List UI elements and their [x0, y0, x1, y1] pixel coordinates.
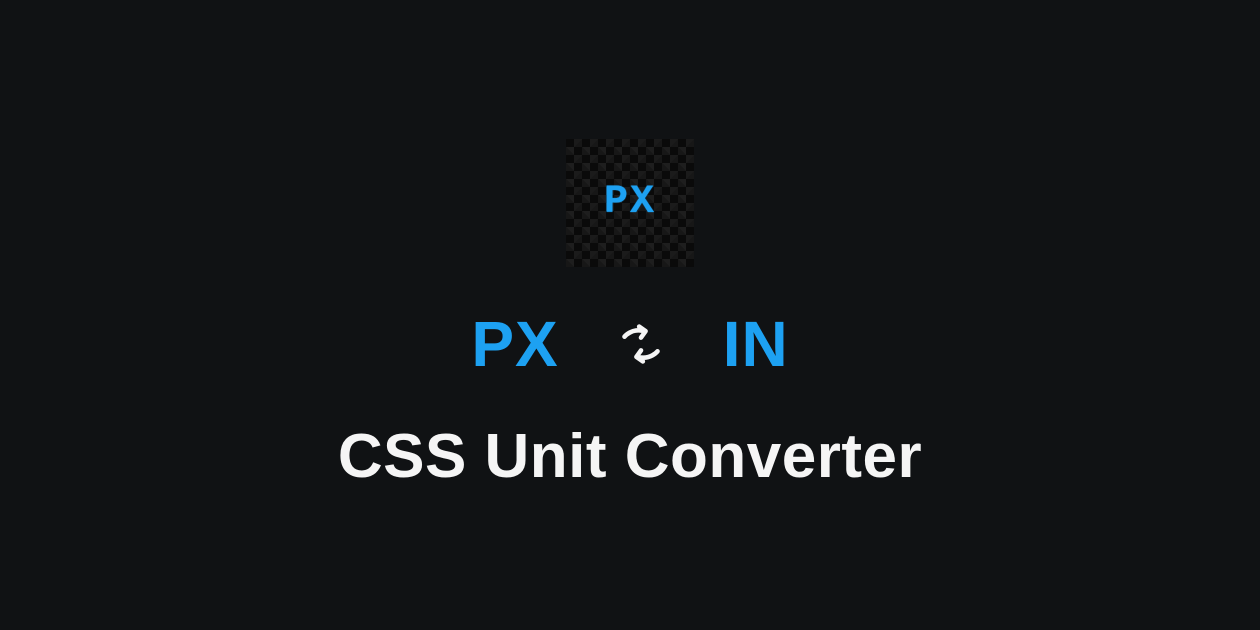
unit-from: PX [471, 307, 558, 381]
logo: PX [566, 139, 694, 267]
page-title: CSS Unit Converter [338, 421, 922, 492]
swap-icon [619, 322, 663, 366]
logo-text: PX [604, 180, 656, 225]
units-row: PX IN [471, 307, 788, 381]
unit-to: IN [723, 307, 789, 381]
